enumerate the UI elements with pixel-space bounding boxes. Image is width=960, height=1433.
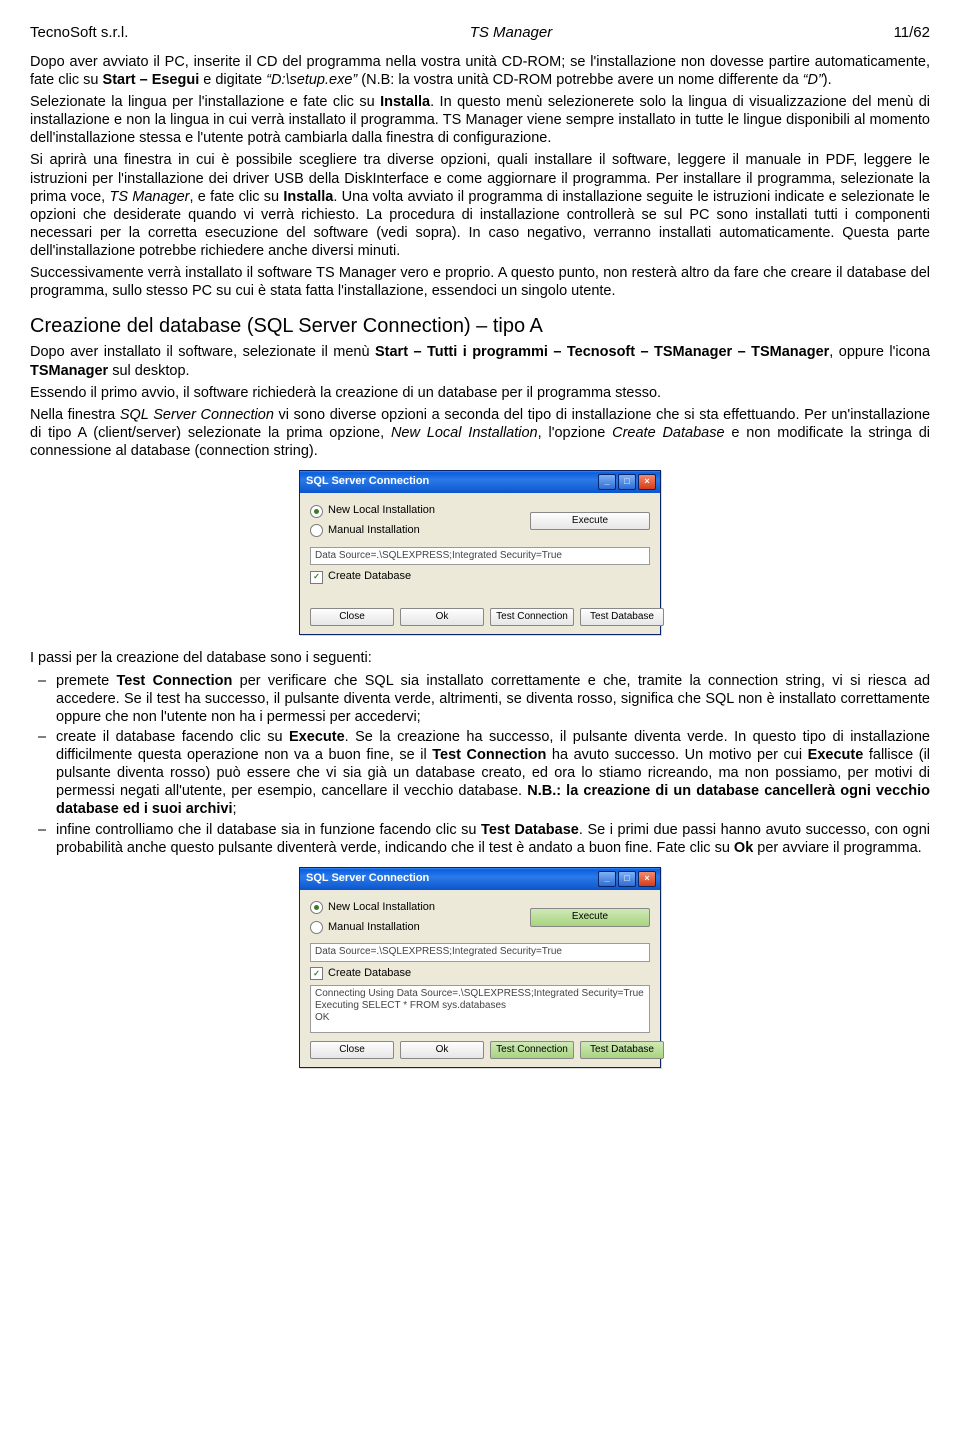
test-database-button[interactable]: Test Database [580,608,664,627]
t: Connecting Using Data Source=.\SQLEXPRES… [315,988,644,999]
radio-icon [310,901,323,914]
checkbox-icon [310,571,323,584]
connection-string-input[interactable]: Data Source=.\SQLEXPRESS;Integrated Secu… [310,547,650,566]
list-item: infine controlliamo che il database sia … [56,821,930,857]
test-database-button[interactable]: Test Database [580,1041,664,1060]
t: OK [315,1012,329,1023]
checkbox-label: Create Database [328,570,411,584]
header-doc: TS Manager [470,24,553,43]
t: Create Database [612,425,724,441]
checkbox-icon [310,967,323,980]
radio-manual[interactable]: Manual Installation [310,524,435,538]
radio-label: Manual Installation [328,524,420,538]
t: Start – Tutti i programmi – Tecnosoft – … [375,344,829,360]
close-icon[interactable]: × [638,871,656,887]
t: create il database facendo clic su [56,729,289,745]
t: (N.B: la vostra unità CD-ROM potrebbe av… [357,72,802,88]
t: ). [823,72,832,88]
maximize-icon[interactable]: □ [618,871,636,887]
t: “D:\setup.exe” [266,72,357,88]
para-1: Dopo aver avviato il PC, inserite il CD … [30,53,930,89]
t: Start – Esegui [103,72,200,88]
ok-button[interactable]: Ok [400,608,484,627]
t: TS Manager [109,189,189,205]
maximize-icon[interactable]: □ [618,474,636,490]
t: Selezionate la lingua per l'installazion… [30,94,380,110]
ok-button[interactable]: Ok [400,1041,484,1060]
t: premete [56,673,117,689]
section-heading: Creazione del database (SQL Server Conne… [30,314,930,339]
sql-connection-dialog-1: SQL Server Connection _ □ × New Local In… [299,470,661,635]
t: ha avuto successo. Un motivo per cui [546,747,807,763]
close-button[interactable]: Close [310,1041,394,1060]
t: Test Connection [117,673,233,689]
para-2: Selezionate la lingua per l'installazion… [30,93,930,147]
sql-connection-dialog-2: SQL Server Connection _ □ × New Local In… [299,867,661,1068]
checkbox-label: Create Database [328,967,411,981]
t: , oppure l'icona [829,344,930,360]
radio-new-local[interactable]: New Local Installation [310,504,435,518]
t: TSManager [30,363,108,379]
steps-list: premete Test Connection per verificare c… [30,672,930,857]
header-company: TecnoSoft s.r.l. [30,24,128,43]
close-icon[interactable]: × [638,474,656,490]
t: Execute [289,729,345,745]
list-item: create il database facendo clic su Execu… [56,728,930,819]
titlebar[interactable]: SQL Server Connection _ □ × [300,471,660,493]
t: Dopo aver installato il software, selezi… [30,344,375,360]
list-item: premete Test Connection per verificare c… [56,672,930,726]
para-7: Nella finestra SQL Server Connection vi … [30,406,930,460]
t: Ok [734,840,753,856]
t: Installa [283,189,333,205]
test-connection-button[interactable]: Test Connection [490,1041,574,1060]
connection-string-input[interactable]: Data Source=.\SQLEXPRESS;Integrated Secu… [310,943,650,962]
radio-new-local[interactable]: New Local Installation [310,901,435,915]
minimize-icon[interactable]: _ [598,871,616,887]
create-db-checkbox[interactable]: Create Database [310,967,650,981]
t: ; [233,801,237,817]
para-3: Si aprirà una finestra in cui è possibil… [30,151,930,260]
para-8: I passi per la creazione del database so… [30,649,930,667]
create-db-checkbox[interactable]: Create Database [310,570,650,584]
t: Installa [380,94,430,110]
t: SQL Server Connection [120,407,274,423]
t: sul desktop. [108,363,189,379]
radio-manual[interactable]: Manual Installation [310,921,435,935]
radio-label: New Local Installation [328,504,435,518]
t: “D” [803,72,823,88]
log-output: Connecting Using Data Source=.\SQLEXPRES… [310,985,650,1033]
radio-icon [310,505,323,518]
t: Test Connection [432,747,546,763]
t: New Local Installation [391,425,538,441]
t: e digitate [199,72,266,88]
page-header: TecnoSoft s.r.l. TS Manager 11/62 [30,24,930,43]
radio-label: New Local Installation [328,901,435,915]
t: , l'opzione [538,425,612,441]
dialog-title: SQL Server Connection [306,475,429,489]
header-page: 11/62 [894,24,930,43]
radio-icon [310,524,323,537]
para-6: Essendo il primo avvio, il software rich… [30,384,930,402]
test-connection-button[interactable]: Test Connection [490,608,574,627]
t: Test Database [481,822,579,838]
para-4: Successivamente verrà installato il soft… [30,264,930,300]
radio-label: Manual Installation [328,921,420,935]
t: infine controlliamo che il database sia … [56,822,481,838]
t: Executing SELECT * FROM sys.databases [315,1000,506,1011]
radio-icon [310,921,323,934]
titlebar[interactable]: SQL Server Connection _ □ × [300,868,660,890]
execute-button[interactable]: Execute [530,512,650,531]
t: Execute [808,747,864,763]
t: per avviare il programma. [753,840,921,856]
close-button[interactable]: Close [310,608,394,627]
t: , e fate clic su [190,189,284,205]
para-5: Dopo aver installato il software, selezi… [30,343,930,379]
t: Nella finestra [30,407,120,423]
minimize-icon[interactable]: _ [598,474,616,490]
execute-button[interactable]: Execute [530,908,650,927]
dialog-title: SQL Server Connection [306,872,429,886]
